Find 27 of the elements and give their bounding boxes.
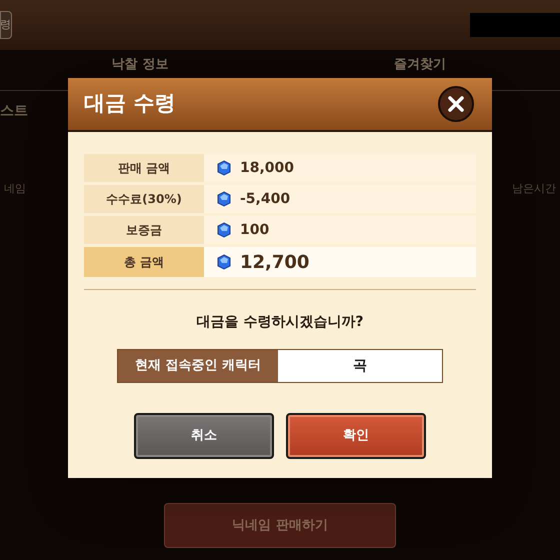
top-button[interactable]: 령 [0, 11, 12, 39]
section-title: 스트 [0, 102, 28, 120]
character-name: 곡 [278, 350, 442, 382]
amount-text: 12,700 [240, 250, 310, 274]
gem-icon [216, 222, 232, 238]
close-icon [447, 95, 465, 113]
label-cell: 수수료(30%) [84, 185, 204, 213]
label-cell: 판매 금액 [84, 154, 204, 182]
label-cell: 총 금액 [84, 247, 204, 277]
gem-icon [216, 254, 232, 270]
dialog-title: 대금 수령 [84, 90, 176, 118]
question-text: 대금을 수령하시겠습니까? [196, 313, 364, 332]
column-header: 남은시간 [512, 180, 556, 196]
sell-nickname-button[interactable]: 닉네임 판매하기 [164, 503, 396, 548]
label-cell: 보증금 [84, 216, 204, 244]
gem-icon [216, 160, 232, 176]
close-button[interactable] [438, 86, 474, 122]
amount-text: 100 [240, 220, 270, 240]
amount-text: -5,400 [240, 190, 290, 208]
gem-icon [216, 191, 232, 207]
tab[interactable]: 낙찰 정보 [0, 54, 280, 74]
cancel-button[interactable]: 취소 [134, 413, 274, 459]
amount-text: 18,000 [240, 158, 294, 178]
column-header: 네임 [4, 180, 26, 196]
confirm-button[interactable]: 확인 [286, 413, 426, 459]
tab[interactable]: 즐겨찾기 [280, 54, 560, 74]
character-label: 현재 접속중인 캐릭터 [118, 350, 278, 382]
